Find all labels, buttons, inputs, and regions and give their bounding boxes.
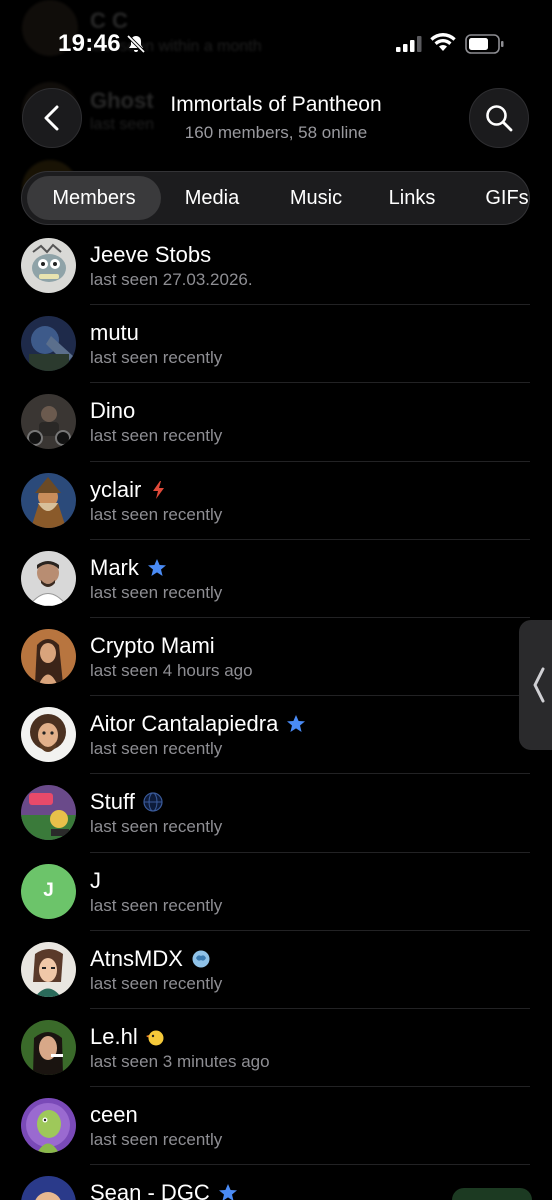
side-panel-handle[interactable] [519,620,552,750]
duck-badge-icon [145,1030,164,1046]
member-name: Aitor Cantalapiedra [90,711,306,737]
last-seen: last seen recently [90,817,223,837]
tab-links[interactable]: Links [377,172,447,224]
status-bar: 19:46 [0,0,552,88]
avatar [21,1098,76,1154]
member-list: Jeeve Stobs last seen 27.03.2026. mutu l… [0,227,552,1200]
globe-badge-icon [143,792,163,812]
wifi-icon [430,33,456,51]
battery-icon [465,34,504,54]
tab-gifs[interactable]: GIFs [477,172,529,224]
avatar [21,628,76,684]
media-tabs: Members Media Music Links GIFs [21,171,530,225]
status-time: 19:46 [58,30,121,57]
bell-off-icon [126,34,146,54]
last-seen: last seen 4 hours ago [90,660,253,680]
member-name: mutu [90,320,139,346]
chevron-left-icon [533,667,545,703]
avatar [21,394,76,450]
member-row[interactable]: Jeeve Stobs last seen 27.03.2026. [0,227,552,306]
search-button[interactable] [469,88,529,148]
avatar [21,941,76,997]
tab-music[interactable]: Music [276,172,356,224]
member-row[interactable]: Aitor Cantalapiedra last seen recently [0,696,552,775]
back-button[interactable] [22,88,82,148]
member-count: 160 members, 58 online [184,123,368,142]
member-name: Le.hl [90,1024,166,1050]
member-name: Sean - DGC [90,1180,238,1200]
avatar: J [21,863,76,919]
avatar [21,785,76,841]
cellular-signal-icon [396,36,422,52]
member-name: J [90,867,101,893]
last-seen: last seen recently [90,348,223,368]
member-row[interactable]: yclair last seen recently [0,462,552,540]
chat-header[interactable]: Immortals of Pantheon 160 members, 58 on… [100,93,452,143]
last-seen: last seen recently [90,582,223,602]
brain-badge-icon [192,950,210,968]
last-seen: last seen recently [90,504,223,524]
last-seen: last seen recently [90,739,223,759]
premium-star-icon [287,715,306,733]
avatar [21,238,76,293]
member-name: yclair [90,477,169,503]
member-name: Jeeve Stobs [90,242,212,267]
group-title: Immortals of Pantheon [170,93,382,116]
last-seen: last seen 27.03.2026. [90,270,253,289]
last-seen: last seen recently [90,973,223,993]
member-row[interactable]: AtnsMDX last seen recently [0,931,552,1009]
member-name: Dino [90,398,136,424]
member-name: Crypto Mami [90,632,215,658]
member-row[interactable]: Le.hl last seen 3 minutes ago [0,1009,552,1088]
member-row[interactable]: Crypto Mami last seen 4 hours ago [0,618,552,697]
member-row[interactable]: Stuff last seen recently [0,774,552,853]
lightning-badge-icon [153,480,165,499]
last-seen: last seen recently [90,1130,223,1150]
admin-badge [452,1188,532,1200]
member-row[interactable]: Dino last seen recently [0,383,552,462]
member-row[interactable]: ceen last seen recently [0,1087,552,1166]
tab-media[interactable]: Media [172,172,252,224]
premium-star-icon [218,1184,237,1200]
tab-members[interactable]: Members [27,176,161,220]
member-row[interactable]: Mark last seen recently [0,540,552,618]
member-name: AtnsMDX [90,946,211,972]
last-seen: last seen recently [90,426,223,446]
last-seen: last seen recently [90,895,223,915]
avatar [21,550,76,606]
avatar [21,1176,76,1200]
premium-star-icon [147,558,166,576]
member-name: ceen [90,1102,138,1128]
avatar [21,472,76,528]
member-row[interactable]: mutu last seen recently [0,305,552,384]
last-seen: last seen 3 minutes ago [90,1051,270,1071]
member-name: Stuff [90,789,163,815]
avatar-letter: J [21,863,76,919]
chevron-left-icon [44,105,59,131]
member-row[interactable]: J J last seen recently [0,853,552,931]
avatar [21,707,76,763]
search-icon [486,105,513,132]
avatar [21,1019,76,1075]
avatar [21,316,76,372]
member-name: Mark [90,555,167,581]
